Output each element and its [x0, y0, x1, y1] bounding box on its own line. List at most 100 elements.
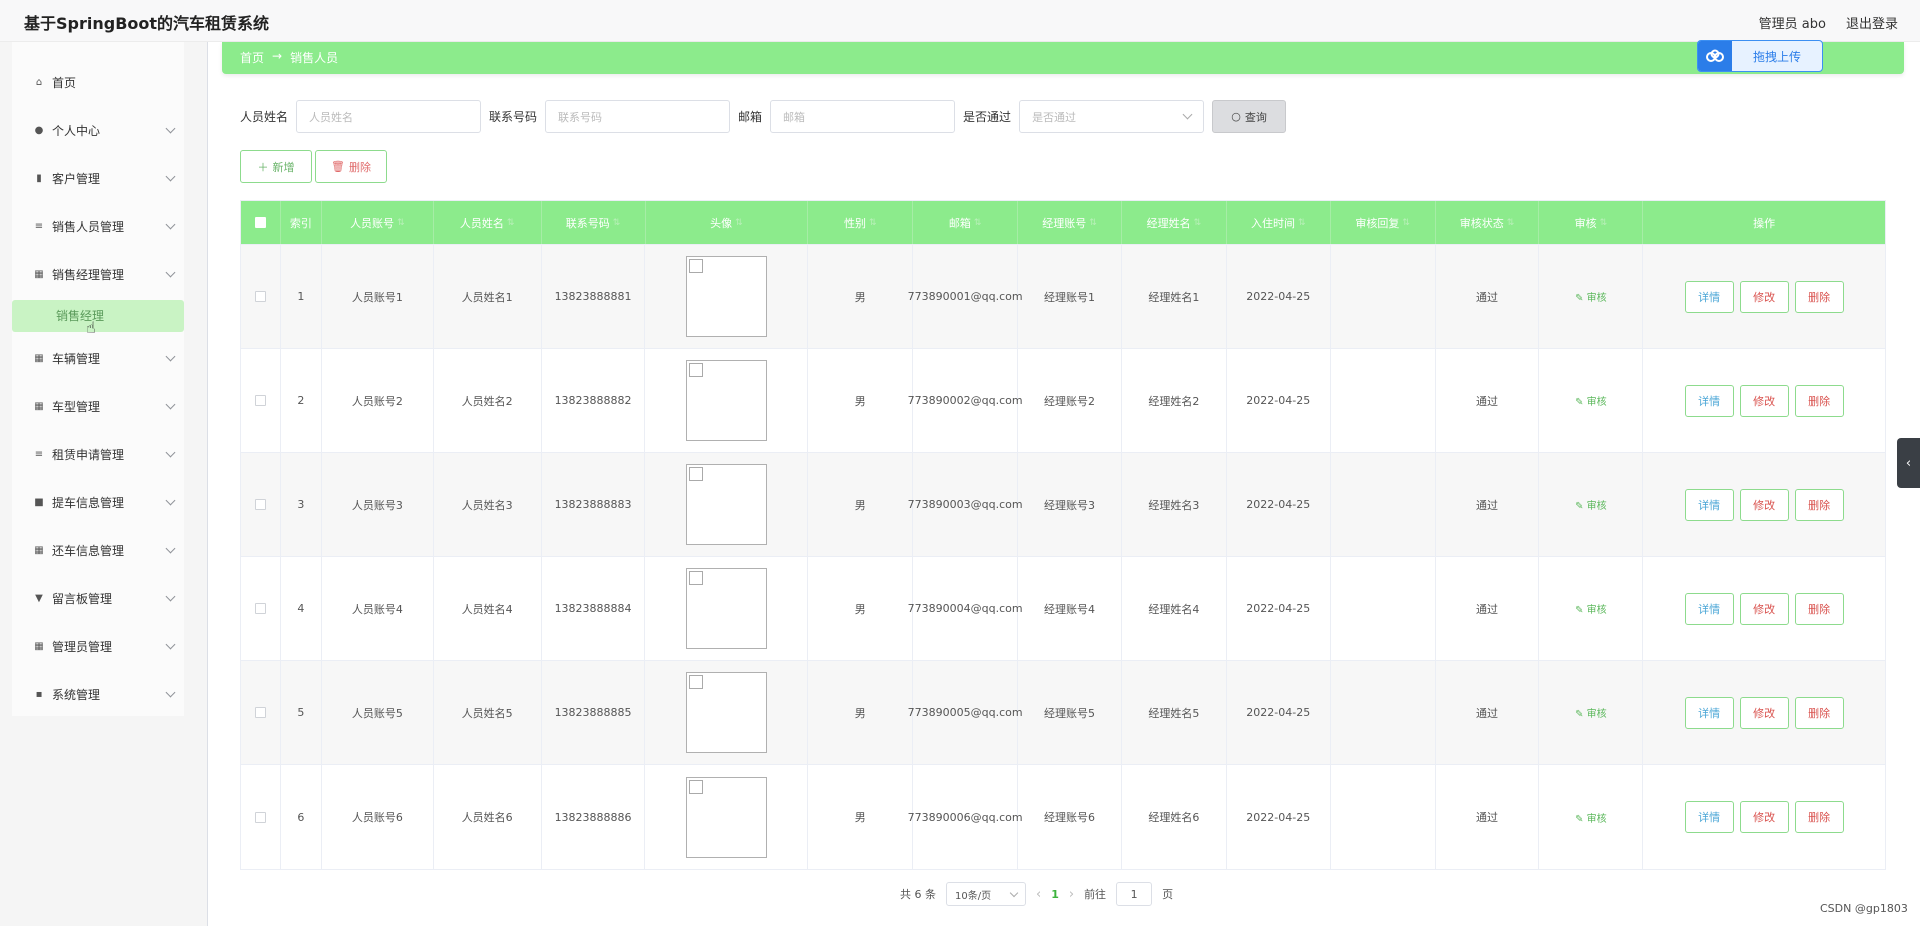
drag-upload-button[interactable]: 拖拽上传	[1697, 40, 1823, 72]
column-header-label: 索引	[289, 216, 312, 230]
name-filter-input[interactable]: 人员姓名	[296, 100, 482, 133]
sort-icon[interactable]: ⇅	[397, 218, 405, 228]
avatar[interactable]	[685, 256, 767, 337]
row-checkbox[interactable]	[254, 707, 266, 718]
sort-icon[interactable]: ⇅	[613, 218, 621, 228]
audit-link[interactable]: ✎ 审核	[1575, 497, 1607, 512]
column-header[interactable]: 头像 ⇅	[646, 201, 809, 244]
column-header[interactable]: 联系号码 ⇅	[542, 201, 646, 244]
edit-button[interactable]: 修改	[1739, 280, 1789, 313]
column-header[interactable]: 人员姓名 ⇅	[434, 201, 542, 244]
delete-button[interactable]: 删除	[1794, 801, 1844, 833]
sidebar-item-12[interactable]: ▪ 系统管理	[12, 674, 184, 714]
table-cell-reply	[1331, 765, 1436, 869]
prev-page-icon[interactable]: ‹	[1036, 887, 1041, 902]
sidebar-item-2[interactable]: ▮ 客户管理	[12, 158, 184, 198]
sort-icon[interactable]: ⇅	[1507, 218, 1515, 228]
sidebar-item-10[interactable]: ▼ 留言板管理	[12, 578, 184, 618]
logout-button[interactable]: 退出登录	[1846, 13, 1898, 32]
column-header[interactable]: 性别 ⇅	[808, 201, 914, 244]
delete-button[interactable]: 删除	[1794, 384, 1844, 417]
detail-button[interactable]: 详情	[1684, 384, 1734, 417]
edit-button[interactable]: 修改	[1739, 488, 1789, 521]
delete-button[interactable]: 删除	[1794, 696, 1844, 729]
table-cell-mgr_account: 经理账号2	[1018, 349, 1122, 452]
avatar[interactable]	[685, 776, 767, 858]
column-header[interactable]: 审核状态 ⇅	[1436, 201, 1540, 244]
sidebar-subitem-sales-manager[interactable]: 销售经理	[12, 300, 184, 332]
sidebar-item-0[interactable]: ⌂ 首页	[12, 62, 184, 102]
email-filter-input[interactable]: 邮箱	[770, 100, 956, 133]
detail-button[interactable]: 详情	[1684, 696, 1734, 729]
audit-link[interactable]: ✎ 审核	[1575, 705, 1607, 720]
sort-icon[interactable]: ⇅	[1402, 218, 1410, 228]
collapse-panel-icon[interactable]: ‹	[1897, 438, 1920, 488]
edit-button[interactable]: 修改	[1739, 696, 1789, 729]
row-checkbox[interactable]	[254, 811, 266, 823]
pass-filter-select[interactable]: 是否通过	[1019, 100, 1205, 133]
table-cell-mgr_account: 经理账号6	[1018, 765, 1122, 869]
delete-button[interactable]: 删除	[1794, 592, 1844, 625]
sort-icon[interactable]: ⇅	[869, 218, 877, 228]
sort-icon[interactable]: ⇅	[1600, 218, 1608, 228]
page-size-select[interactable]: 10条/页	[946, 882, 1026, 906]
add-button[interactable]: ＋ 新增	[240, 150, 312, 183]
sort-icon[interactable]: ⇅	[1194, 218, 1202, 228]
sidebar-item-1[interactable]: ● 个人中心	[12, 110, 184, 150]
row-checkbox[interactable]	[254, 291, 266, 302]
column-header[interactable]: 经理姓名 ⇅	[1122, 201, 1227, 244]
sort-icon[interactable]: ⇅	[507, 218, 515, 228]
column-header[interactable]: 经理账号 ⇅	[1018, 201, 1122, 244]
row-checkbox[interactable]	[254, 603, 266, 614]
breadcrumb-home[interactable]: 首页	[240, 49, 264, 66]
audit-link[interactable]: ✎ 审核	[1575, 810, 1607, 825]
query-button[interactable]: ○ 查询	[1212, 100, 1287, 133]
cell-value-mgr_account: 经理账号4	[1044, 602, 1096, 616]
select-all-checkbox[interactable]	[254, 217, 266, 228]
sidebar-item-11[interactable]: ▦ 管理员管理	[12, 626, 184, 666]
column-header[interactable]: 邮箱 ⇅	[913, 201, 1019, 244]
edit-icon: ✎	[1575, 397, 1587, 408]
sidebar-item-7[interactable]: ≡ 租赁申请管理	[12, 434, 184, 474]
edit-button[interactable]: 修改	[1739, 384, 1789, 417]
column-header[interactable]: 审核 ⇅	[1539, 201, 1644, 244]
sort-icon[interactable]: ⇅	[974, 218, 982, 228]
sidebar-item-4[interactable]: ▦ 销售经理管理	[12, 254, 184, 294]
row-checkbox[interactable]	[254, 499, 266, 510]
sidebar-item-3[interactable]: ≡ 销售人员管理	[12, 206, 184, 246]
edit-button[interactable]: 修改	[1739, 801, 1789, 833]
delete-button[interactable]: 删除	[1794, 280, 1844, 313]
audit-link[interactable]: ✎ 审核	[1575, 393, 1607, 408]
detail-button[interactable]: 详情	[1684, 592, 1734, 625]
page-number[interactable]: 1	[1051, 888, 1059, 901]
phone-filter-input[interactable]: 联系号码	[545, 100, 731, 133]
table-row: 4 人员账号4 人员姓名4 13823888884 男 773890004@qq.com 经…	[241, 557, 1885, 661]
sort-icon[interactable]: ⇅	[735, 218, 743, 228]
detail-button[interactable]: 详情	[1684, 801, 1734, 833]
detail-button[interactable]: 详情	[1684, 488, 1734, 521]
sort-icon[interactable]: ⇅	[1089, 218, 1097, 228]
edit-button[interactable]: 修改	[1739, 592, 1789, 625]
delete-button[interactable]: 删除	[1794, 488, 1844, 521]
sort-icon[interactable]: ⇅	[1298, 218, 1306, 228]
column-header[interactable]: 人员账号 ⇅	[322, 201, 434, 244]
column-header[interactable]: 审核回复 ⇅	[1331, 201, 1436, 244]
audit-cell: ✎ 审核	[1539, 245, 1644, 348]
audit-link[interactable]: ✎ 审核	[1575, 289, 1607, 304]
sidebar-item-6[interactable]: ▦ 车型管理	[12, 386, 184, 426]
row-checkbox[interactable]	[254, 395, 266, 406]
column-header[interactable]: 入住时间 ⇅	[1227, 201, 1331, 244]
sidebar-item-5[interactable]: ▦ 车辆管理	[12, 338, 184, 378]
sidebar-item-9[interactable]: ▦ 还车信息管理	[12, 530, 184, 570]
audit-link[interactable]: ✎ 审核	[1575, 601, 1607, 616]
goto-page-input[interactable]: 1	[1116, 882, 1153, 906]
next-page-icon[interactable]: ›	[1069, 887, 1074, 902]
avatar[interactable]	[685, 464, 767, 545]
detail-button[interactable]: 详情	[1684, 280, 1734, 313]
avatar-cell	[645, 661, 809, 764]
avatar[interactable]	[685, 360, 767, 441]
avatar[interactable]	[685, 672, 767, 753]
sidebar-item-8[interactable]: ■ 提车信息管理	[12, 482, 184, 522]
avatar[interactable]	[685, 568, 767, 649]
batch-delete-button[interactable]: 🗑 删除	[315, 150, 387, 183]
